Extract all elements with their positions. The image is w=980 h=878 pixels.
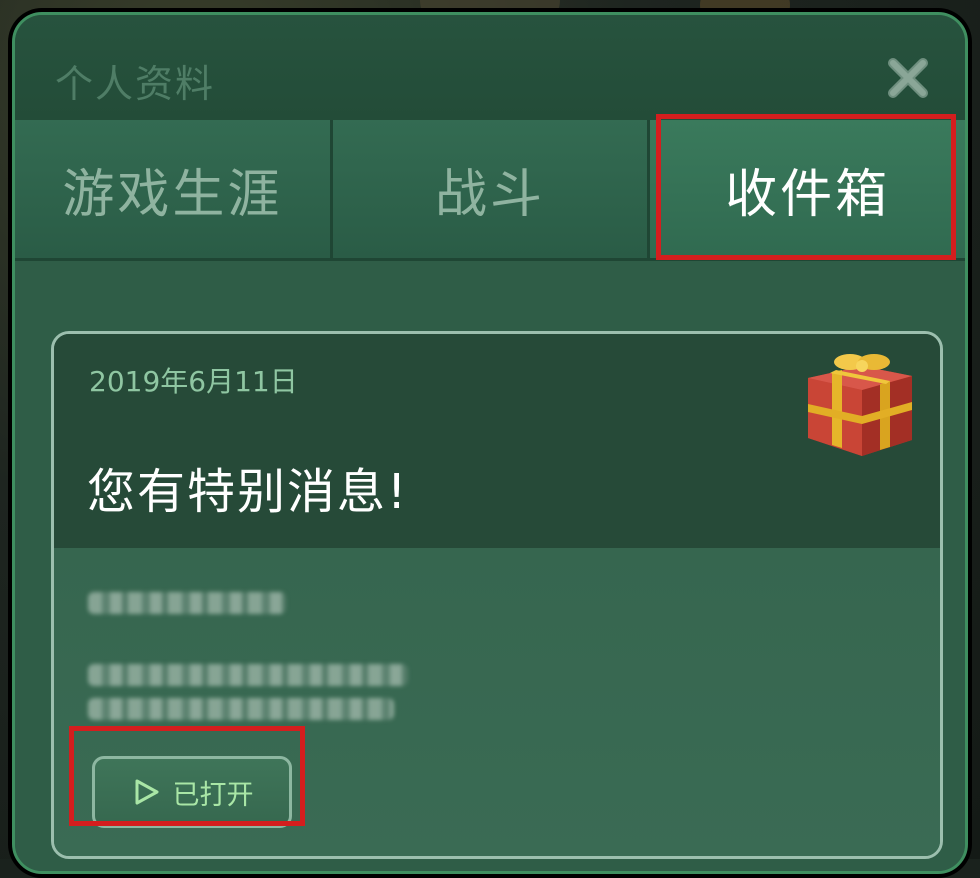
play-triangle-icon xyxy=(135,779,158,805)
inbox-content: 2019年6月11日 您有特别消息! 已打开 xyxy=(15,261,965,871)
profile-dialog-panel: 个人资料 游戏生涯 战斗 收件箱 2019年6月11日 您有特别消息! 已打开 xyxy=(12,12,968,874)
tab-battle[interactable]: 战斗 xyxy=(332,120,651,258)
tab-inbox[interactable]: 收件箱 xyxy=(650,120,965,258)
message-card-header: 2019年6月11日 您有特别消息! xyxy=(54,334,940,550)
redacted-text xyxy=(88,592,286,614)
dialog-header: 个人资料 xyxy=(15,15,965,120)
message-heading: 您有特别消息! xyxy=(87,464,409,520)
message-card[interactable]: 2019年6月11日 您有特别消息! 已打开 xyxy=(51,331,943,859)
dialog-title: 个人资料 xyxy=(55,62,216,106)
message-date: 2019年6月11日 xyxy=(89,365,298,398)
redacted-text xyxy=(88,698,394,720)
close-icon[interactable] xyxy=(885,55,931,101)
profile-tabs: 游戏生涯 战斗 收件箱 xyxy=(15,120,965,261)
message-card-body: 已打开 xyxy=(54,548,940,856)
redacted-text xyxy=(88,664,408,686)
tab-career[interactable]: 游戏生涯 xyxy=(15,120,333,258)
gift-box-icon xyxy=(800,348,918,458)
opened-button-label: 已打开 xyxy=(172,779,254,811)
profile-dialog: 个人资料 游戏生涯 战斗 收件箱 2019年6月11日 您有特别消息! 已打开 xyxy=(8,8,972,878)
opened-button[interactable]: 已打开 xyxy=(92,756,292,828)
